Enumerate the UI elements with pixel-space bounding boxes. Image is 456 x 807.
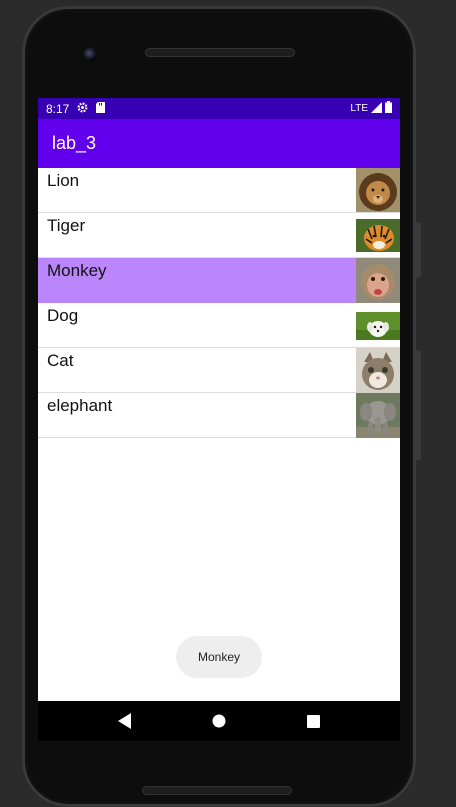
list-item-monkey[interactable]: Monkey: [38, 258, 400, 303]
tiger-image: [356, 219, 400, 252]
lion-image: [356, 168, 400, 212]
monkey-image: [356, 258, 400, 303]
network-type: LTE: [350, 103, 368, 114]
list-item-label: elephant: [47, 396, 113, 415]
sd-card-icon: [96, 101, 106, 116]
app-bar: lab_3: [38, 119, 400, 168]
volume-button[interactable]: [416, 350, 421, 460]
power-button[interactable]: [416, 222, 421, 278]
toast-message: Monkey: [176, 636, 262, 678]
list-item-label: Lion: [47, 171, 80, 190]
dog-image: [356, 312, 400, 340]
signal-icon: [371, 101, 382, 116]
status-time: 8:17: [46, 101, 70, 116]
status-bar: 8:17 LTE: [38, 98, 400, 119]
cat-image: [356, 348, 400, 393]
gear-icon: [77, 102, 88, 116]
device-screen: 8:17 LTE lab_3 Lion Tiger Monkey Dog Cat…: [38, 98, 400, 701]
list-item-cat[interactable]: Cat: [38, 348, 400, 393]
battery-icon: [385, 101, 392, 116]
list-item-elephant[interactable]: elephant: [38, 393, 400, 438]
list-item-lion[interactable]: Lion: [38, 168, 400, 213]
list-item-label: Monkey: [47, 261, 107, 280]
navigation-bar: [38, 701, 400, 741]
earpiece-speaker: [145, 48, 295, 57]
list-item-dog[interactable]: Dog: [38, 303, 400, 348]
list-item-label: Tiger: [47, 216, 86, 235]
toast-text: Monkey: [197, 650, 241, 664]
list-item-tiger[interactable]: Tiger: [38, 213, 400, 258]
front-camera: [83, 47, 97, 61]
back-icon[interactable]: [110, 706, 140, 736]
elephant-image: [356, 393, 400, 438]
animal-list: Lion Tiger Monkey Dog Cat elephant: [38, 168, 400, 438]
list-item-label: Dog: [47, 306, 79, 325]
list-item-label: Cat: [47, 351, 74, 370]
home-icon[interactable]: [204, 706, 234, 736]
bottom-speaker: [142, 786, 292, 795]
recents-icon[interactable]: [298, 706, 328, 736]
app-title: lab_3: [52, 133, 97, 153]
